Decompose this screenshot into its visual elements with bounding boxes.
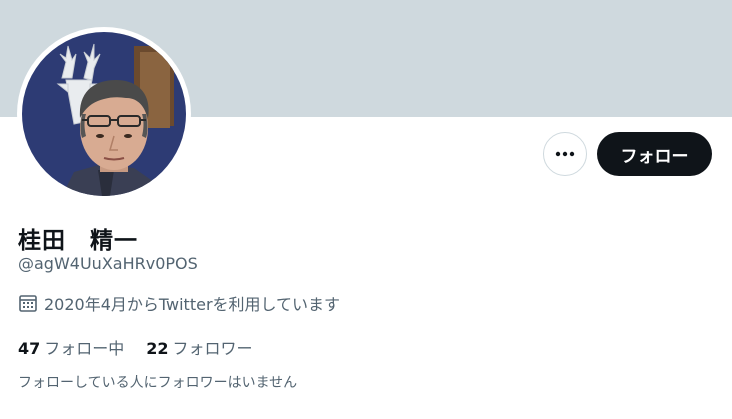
following-count: 47 [18, 339, 41, 358]
user-handle: @agW4UuXaHRv0POS [18, 254, 198, 273]
more-options-button[interactable] [543, 132, 587, 176]
follow-stats: 47 フォロー中 22 フォロワー [18, 335, 275, 359]
followers-link[interactable]: 22 フォロワー [146, 335, 252, 359]
calendar-icon [19, 295, 37, 312]
followers-count: 22 [146, 339, 169, 358]
following-link[interactable]: 47 フォロー中 [18, 335, 124, 359]
follow-button[interactable]: フォロー [597, 132, 712, 176]
avatar[interactable] [22, 32, 186, 196]
following-label: フォロー中 [44, 339, 125, 358]
avatar-frame[interactable] [17, 27, 191, 201]
join-date: 2020年4月からTwitterを利用しています [18, 291, 340, 315]
more-horizontal-icon [555, 151, 575, 157]
followers-you-follow-note: フォローしている人にフォロワーはいません [18, 375, 298, 391]
profile-page: フォロー 桂田 精一 @agW4UuXaHRv0POS 2020年4月からTwi… [0, 0, 732, 419]
display-name: 桂田 精一 [18, 228, 138, 254]
join-date-text: 2020年4月からTwitterを利用しています [44, 295, 341, 314]
followers-label: フォロワー [172, 339, 253, 358]
